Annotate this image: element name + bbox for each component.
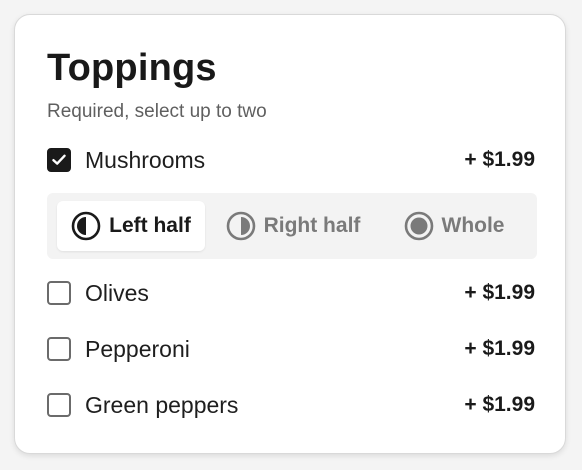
topping-label: Mushrooms	[85, 146, 206, 173]
toppings-card: Toppings Required, select up to two Mush…	[14, 14, 566, 454]
placement-label: Whole	[441, 214, 505, 237]
placement-right-half[interactable]: Right half	[223, 201, 363, 251]
check-icon	[52, 154, 66, 165]
topping-price: + $1.99	[464, 148, 535, 171]
right-half-icon	[226, 211, 255, 241]
topping-price: + $1.99	[464, 281, 535, 304]
section-subtitle: Required, select up to two	[47, 101, 267, 122]
section-title: Toppings	[47, 47, 217, 89]
topping-option-mushrooms[interactable]: Mushrooms + $1.99	[47, 145, 535, 175]
placement-segmented-control: Left half Right half Whole	[47, 193, 537, 259]
placement-whole[interactable]: Whole	[399, 201, 509, 251]
topping-price: + $1.99	[464, 393, 535, 416]
whole-icon	[404, 211, 433, 241]
topping-label: Pepperoni	[85, 335, 190, 362]
checkbox-unchecked[interactable]	[47, 337, 71, 361]
topping-option-green-peppers[interactable]: Green peppers + $1.99	[47, 390, 535, 420]
topping-label: Olives	[85, 279, 149, 306]
placement-label: Left half	[109, 214, 191, 237]
checkbox-unchecked[interactable]	[47, 281, 71, 305]
placement-label: Right half	[263, 214, 361, 237]
topping-option-pepperoni[interactable]: Pepperoni + $1.99	[47, 334, 535, 364]
topping-price: + $1.99	[464, 337, 535, 360]
placement-left-half[interactable]: Left half	[57, 201, 205, 251]
left-half-icon	[71, 211, 101, 241]
topping-option-olives[interactable]: Olives + $1.99	[47, 278, 535, 308]
checkbox-checked[interactable]	[47, 148, 71, 172]
checkbox-unchecked[interactable]	[47, 393, 71, 417]
topping-label: Green peppers	[85, 391, 239, 418]
